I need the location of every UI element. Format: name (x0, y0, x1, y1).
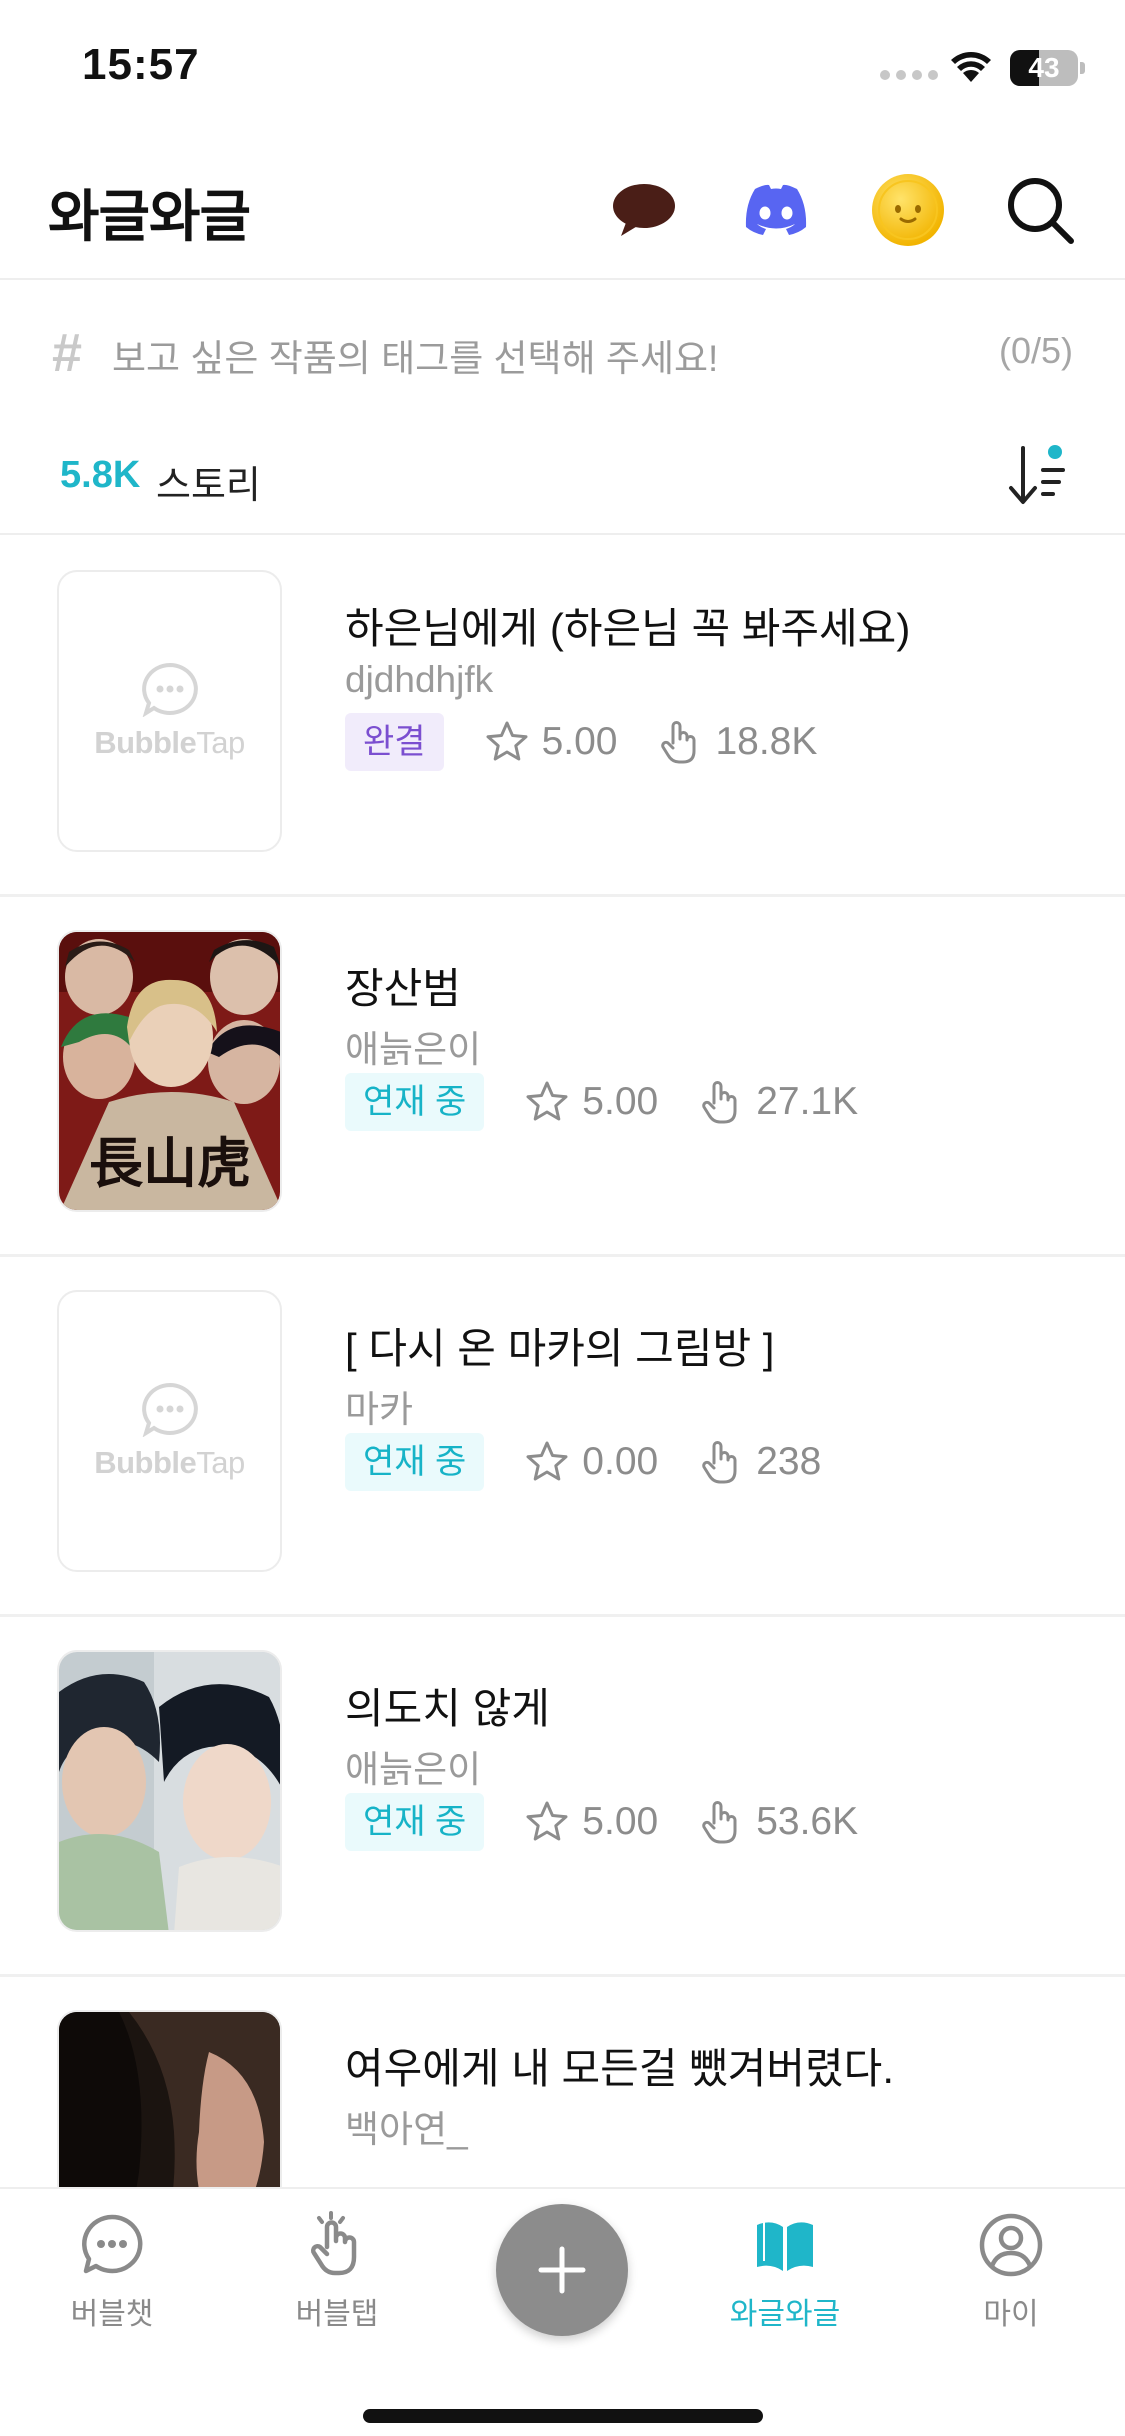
story-item[interactable]: 의도치 않게 애늙은이 연재 중 5.00 53.6K (0, 1617, 1125, 1977)
tag-filter-placeholder: 보고 싶은 작품의 태그를 선택해 주세요! (112, 338, 719, 379)
status-badge: 연재 중 (345, 1793, 485, 1851)
story-title: 여우에게 내 모든걸 뺐겨버렸다. (345, 2045, 894, 2092)
status-badge: 연재 중 (345, 1073, 485, 1131)
story-views: 18.8K (715, 720, 818, 763)
tag-filter-bar[interactable]: # 보고 싶은 작품의 태그를 선택해 주세요! (0/5) (0, 282, 1125, 412)
story-author: 마카 (345, 1389, 414, 1430)
story-title: 장산범 (345, 965, 461, 1012)
story-meta: 연재 중 5.00 27.1K (345, 1073, 858, 1131)
story-title: 하은님에게 (하은님 꼭 봐주세요) (345, 605, 911, 652)
story-title: 의도치 않게 (345, 1685, 550, 1732)
story-item[interactable]: BubbleTap [ 다시 온 마카의 그림방 ] 마카 연재 중 0.00 … (0, 1257, 1125, 1617)
bottom-nav: 버블챗 버블탭 와글와글 마이 (0, 2187, 1125, 2436)
signal-icon (880, 70, 938, 80)
search-icon (1008, 178, 1074, 244)
chat-bubble-button[interactable] (604, 170, 684, 250)
plus-icon (538, 2246, 586, 2294)
status-badge: 완결 (345, 713, 444, 771)
profile-icon (979, 2213, 1043, 2277)
status-badge: 연재 중 (345, 1433, 485, 1491)
tap-hand-icon (702, 1441, 737, 1484)
svg-text:長山虎: 長山虎 (89, 1131, 251, 1195)
status-time: 15:57 (82, 40, 200, 89)
placeholder-logo-text: BubbleTap (94, 725, 245, 760)
bubble-logo-icon (141, 1382, 198, 1437)
cover-art-image (59, 2012, 280, 2187)
discord-button[interactable] (736, 170, 816, 250)
nav-label: 버블탭 (295, 2298, 379, 2331)
nav-item-bubble-tap[interactable]: 버블탭 (257, 2211, 417, 2351)
nav-item-bubble-chat[interactable]: 버블챗 (32, 2211, 192, 2351)
story-views: 27.1K (756, 1080, 859, 1123)
bubble-logo-icon (141, 662, 198, 717)
story-meta: 연재 중 0.00 238 (345, 1433, 821, 1491)
chat-icon (82, 2214, 143, 2274)
story-meta: 연재 중 5.00 53.6K (345, 1793, 858, 1851)
story-author: 애늙은이 (345, 1029, 482, 1070)
story-count-value: 5.8K (60, 454, 141, 496)
sort-button[interactable] (1005, 440, 1075, 510)
hashtag-icon: # (52, 323, 83, 383)
tap-hand-icon (702, 1081, 737, 1124)
placeholder-logo-text: BubbleTap (94, 1445, 245, 1480)
story-count-label: 스토리 (156, 465, 261, 507)
story-author: 애늙은이 (345, 1749, 482, 1790)
app-header: 와글와글 (0, 140, 1125, 280)
story-rating: 0.00 (582, 1440, 659, 1483)
search-button[interactable] (1000, 170, 1080, 250)
star-icon (526, 1441, 568, 1481)
story-author: 백아연_ (345, 2109, 468, 2150)
tap-hand-icon (661, 721, 696, 764)
discord-icon (745, 184, 807, 235)
story-thumbnail: 長山虎 (57, 930, 282, 1212)
story-author: djdhdhjfk (345, 659, 494, 700)
nav-label: 버블챗 (70, 2298, 154, 2331)
thumbnail-placeholder: BubbleTap (59, 1292, 280, 1570)
story-item[interactable]: BubbleTap 하은님에게 (하은님 꼭 봐주세요) djdhdhjfk 완… (0, 537, 1125, 897)
story-title: [ 다시 온 마카의 그림방 ] (345, 1325, 775, 1372)
status-bar: 15:57 43 (0, 0, 1125, 140)
story-meta: 완결 5.00 18.8K (345, 713, 817, 771)
nav-item-my[interactable]: 마이 (931, 2211, 1091, 2351)
emoji-coin-icon (872, 174, 944, 246)
story-item[interactable]: 여우에게 내 모든걸 뺐겨버렸다. 백아연_ (0, 1977, 1125, 2187)
story-list: BubbleTap 하은님에게 (하은님 꼭 봐주세요) djdhdhjfk 완… (0, 537, 1125, 2187)
page-title: 와글와글 (48, 185, 251, 248)
tag-selection-count: (0/5) (998, 330, 1073, 371)
book-icon (757, 2217, 813, 2271)
tap-hand-icon (310, 2211, 357, 2276)
sort-icon (1009, 445, 1065, 504)
battery-level: 43 (1028, 52, 1060, 83)
story-thumbnail (57, 1650, 282, 1932)
story-views: 53.6K (756, 1800, 859, 1843)
home-indicator (363, 2409, 763, 2423)
coin-button[interactable] (868, 170, 948, 250)
story-item[interactable]: 長山虎 장산범 애늙은이 연재 중 5.00 27.1K (0, 897, 1125, 1257)
story-thumbnail: BubbleTap (57, 570, 282, 852)
star-icon (526, 1081, 568, 1121)
star-icon (486, 721, 528, 761)
battery-tip (1080, 62, 1085, 74)
nav-label: 마이 (983, 2298, 1039, 2331)
story-thumbnail: BubbleTap (57, 1290, 282, 1572)
nav-label: 와글와글 (729, 2298, 841, 2331)
star-icon (526, 1801, 568, 1841)
thumbnail-placeholder: BubbleTap (59, 572, 280, 850)
cover-art-image (59, 1652, 280, 1930)
create-story-button[interactable] (496, 2204, 628, 2336)
battery-icon: 43 (1010, 50, 1078, 86)
story-views: 238 (756, 1440, 822, 1483)
wifi-icon (951, 52, 991, 82)
story-rating: 5.00 (541, 720, 618, 763)
story-rating: 5.00 (582, 1800, 659, 1843)
story-count-row: 5.8K 스토리 (0, 430, 1125, 535)
tap-hand-icon (702, 1801, 737, 1844)
nav-item-waggle[interactable]: 와글와글 (705, 2211, 865, 2351)
cover-art-image: 長山虎 (59, 932, 280, 1210)
story-thumbnail (57, 2010, 282, 2187)
story-rating: 5.00 (582, 1080, 659, 1123)
chat-bubble-icon (613, 184, 675, 236)
